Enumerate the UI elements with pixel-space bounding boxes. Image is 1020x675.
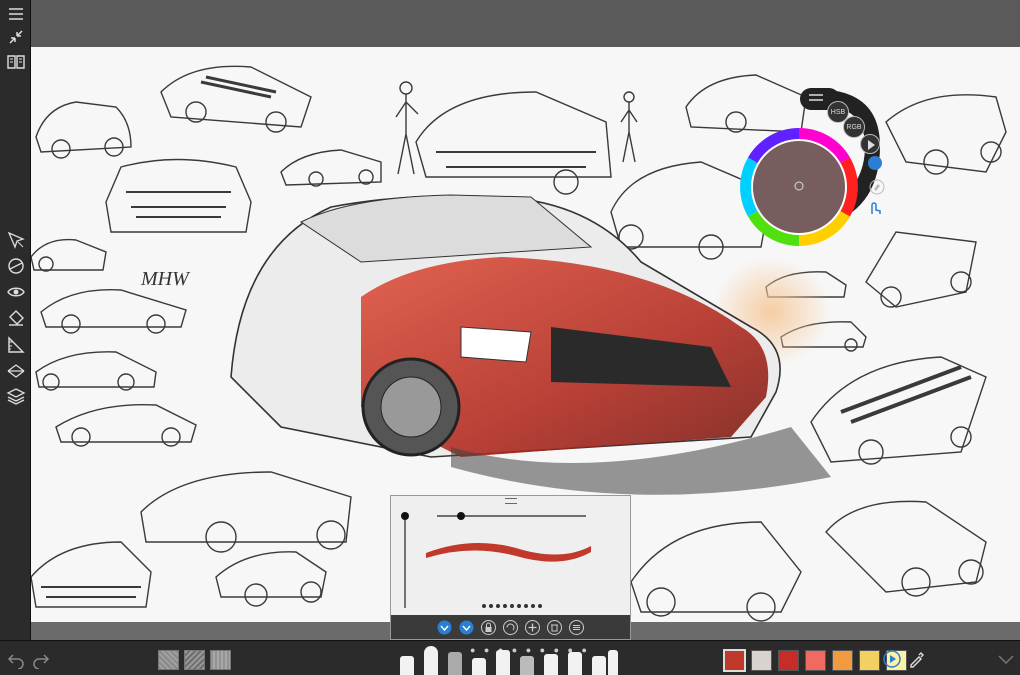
sketch-car bbox=[31, 238, 107, 272]
color-swatch[interactable] bbox=[805, 650, 826, 671]
play-color-icon[interactable] bbox=[882, 649, 902, 669]
brush-eraser[interactable] bbox=[608, 650, 618, 675]
brush-selector bbox=[392, 641, 622, 675]
reset-icon[interactable] bbox=[502, 619, 519, 636]
brush-option-2-icon[interactable] bbox=[458, 619, 475, 636]
sketch-figure bbox=[395, 81, 419, 175]
sketch-car bbox=[35, 101, 132, 159]
add-icon[interactable] bbox=[524, 619, 541, 636]
menu-icon[interactable] bbox=[3, 2, 28, 26]
brush-marker[interactable] bbox=[448, 652, 462, 675]
brush-fountain[interactable] bbox=[568, 652, 582, 675]
texture-swatch[interactable] bbox=[184, 650, 205, 670]
brush-panel-toolbar bbox=[391, 615, 630, 639]
ruler-icon[interactable] bbox=[3, 333, 28, 357]
top-bar bbox=[31, 0, 1020, 47]
undo-icon[interactable] bbox=[6, 649, 26, 669]
brush-spray[interactable] bbox=[592, 656, 606, 675]
active-color-dot[interactable] bbox=[868, 156, 882, 170]
perspective-icon[interactable] bbox=[3, 359, 28, 383]
collapse-icon[interactable] bbox=[3, 25, 28, 49]
visibility-icon[interactable] bbox=[3, 280, 28, 304]
puck-menu-icon[interactable] bbox=[806, 91, 826, 103]
brush-option-1-icon[interactable] bbox=[436, 619, 453, 636]
brush-smudge[interactable] bbox=[544, 654, 558, 675]
delete-icon[interactable] bbox=[546, 619, 563, 636]
eyedropper-icon[interactable] bbox=[907, 649, 927, 669]
brush-pencil[interactable] bbox=[400, 656, 414, 675]
symmetry-icon[interactable] bbox=[3, 254, 28, 278]
sketch-car bbox=[630, 521, 802, 622]
sketch-car bbox=[825, 500, 987, 597]
lock-icon[interactable] bbox=[480, 619, 497, 636]
sketch-car bbox=[140, 471, 352, 553]
layers-icon[interactable] bbox=[3, 384, 28, 408]
color-swatch[interactable] bbox=[778, 650, 799, 671]
color-swatch[interactable] bbox=[751, 650, 772, 671]
transform-icon[interactable] bbox=[3, 228, 28, 252]
brush-preview bbox=[401, 512, 591, 608]
texture-swatch[interactable] bbox=[158, 650, 179, 670]
sketch-car bbox=[40, 288, 187, 334]
brush-panel bbox=[390, 495, 631, 640]
brush-pen[interactable] bbox=[472, 658, 486, 675]
sketch-car bbox=[685, 74, 807, 133]
sketch-car bbox=[415, 91, 612, 195]
sketch-car bbox=[865, 231, 977, 308]
color-swatch[interactable] bbox=[859, 650, 880, 671]
bottom-bar: ● ● ● ● ● ● ● ● ● bbox=[0, 640, 1020, 675]
sketch-car bbox=[35, 351, 157, 391]
left-toolbar bbox=[0, 0, 31, 640]
color-swatch[interactable] bbox=[832, 650, 853, 671]
size-slider-handle bbox=[457, 512, 465, 520]
app-window: MHW HSB RGB ● ● ● ● ● ● ● ● ● bbox=[0, 0, 1020, 675]
sketch-car bbox=[55, 403, 197, 447]
sketch-car bbox=[160, 65, 312, 133]
sketch-car bbox=[215, 551, 327, 607]
book-icon[interactable] bbox=[3, 50, 28, 74]
sketch-figure bbox=[620, 91, 638, 163]
touch-icon[interactable] bbox=[866, 198, 884, 216]
settings-icon[interactable] bbox=[568, 619, 585, 636]
collapse-bar-icon[interactable] bbox=[996, 649, 1016, 669]
sketch-car bbox=[885, 94, 1007, 175]
brush-airbrush[interactable] bbox=[424, 646, 438, 675]
brush-felt[interactable] bbox=[520, 656, 534, 675]
redo-icon[interactable] bbox=[31, 649, 51, 669]
sketch-car bbox=[810, 356, 987, 465]
color-swatch[interactable] bbox=[723, 649, 746, 672]
opacity-slider-handle bbox=[401, 512, 409, 520]
texture-swatch[interactable] bbox=[210, 650, 231, 670]
sketch-car bbox=[280, 149, 382, 187]
eyedropper-hand-icon[interactable] bbox=[868, 178, 886, 196]
color-wheel[interactable] bbox=[740, 128, 858, 246]
brush-chisel[interactable] bbox=[496, 650, 510, 675]
signature: MHW bbox=[140, 268, 191, 290]
sketch-car bbox=[105, 158, 252, 233]
play-icon[interactable] bbox=[860, 134, 880, 154]
sketch-car bbox=[31, 541, 152, 608]
fill-icon[interactable] bbox=[3, 306, 28, 330]
